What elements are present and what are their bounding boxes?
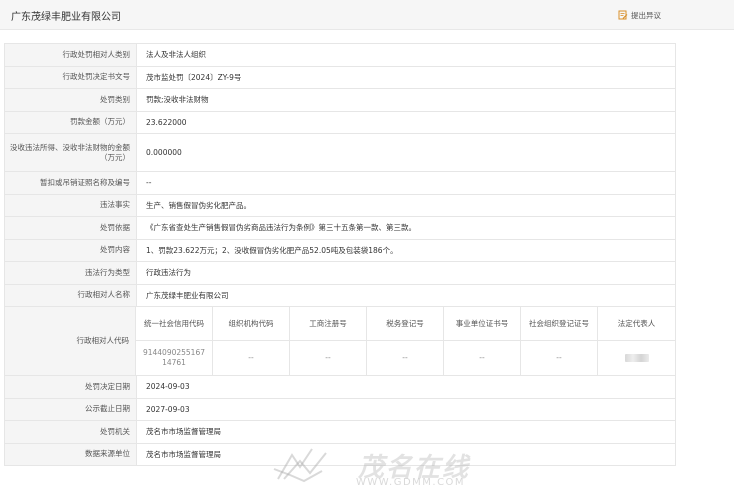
row-label: 处罚类别 <box>5 89 137 111</box>
row-label: 罚款金额（万元） <box>5 111 137 133</box>
row-value: 茂名市市场监督管理局 <box>146 427 221 437</box>
table-row: 违法行为类型 行政违法行为 <box>4 262 676 285</box>
credit-code-value: 914409025516714761 <box>136 341 213 375</box>
legal-rep-value <box>598 341 675 375</box>
redacted-name <box>624 354 649 362</box>
table-row: 处罚类别 罚款;没收非法财物 <box>4 89 676 112</box>
code-value-cell: -- <box>521 341 598 375</box>
row-label: 行政相对人代码 <box>5 307 136 375</box>
row-label: 行政处罚相对人类别 <box>5 44 137 66</box>
objection-label: 提出异议 <box>631 10 661 20</box>
table-row: 暂扣或吊销证照名称及编号 -- <box>4 172 676 195</box>
row-value: 2027-09-03 <box>146 404 190 414</box>
row-value: 广东茂绿丰肥业有限公司 <box>146 290 229 300</box>
code-header-cell: 事业单位证书号 <box>444 307 521 340</box>
table-row: 数据来源单位 茂名市市场监督管理局 <box>4 443 676 466</box>
table-row: 没收违法所得、没收非法财物的金额（万元） 0.000000 <box>4 134 676 172</box>
table-row: 处罚内容 1、罚款23.622万元；2、没收假冒伪劣化肥产品52.05吨及包装袋… <box>4 239 676 262</box>
company-title: 广东茂绿丰肥业有限公司 <box>11 12 121 23</box>
code-header-cell: 税务登记号 <box>367 307 444 340</box>
table-row: 处罚机关 茂名市市场监督管理局 <box>4 421 676 444</box>
code-subtable: 统一社会信用代码 组织机构代码 工商注册号 税务登记号 事业单位证书号 社会组织… <box>136 307 675 375</box>
row-label: 没收违法所得、没收非法财物的金额（万元） <box>5 134 137 171</box>
table-row: 处罚决定日期 2024-09-03 <box>4 376 676 399</box>
row-label: 公示截止日期 <box>5 398 137 420</box>
code-header-cell: 组织机构代码 <box>213 307 290 340</box>
row-label: 处罚依据 <box>5 217 137 239</box>
row-value: 《广东省查处生产销售假冒伪劣商品违法行为条例》第三十五条第一款、第三款。 <box>146 223 416 233</box>
row-value: 2024-09-03 <box>146 382 190 392</box>
row-label: 数据来源单位 <box>5 443 137 465</box>
row-value: 1、罚款23.622万元；2、没收假冒伪劣化肥产品52.05吨及包装袋186个。 <box>146 245 398 255</box>
edit-document-icon <box>618 10 628 20</box>
row-label: 处罚内容 <box>5 239 137 261</box>
code-subtable-header: 统一社会信用代码 组织机构代码 工商注册号 税务登记号 事业单位证书号 社会组织… <box>136 307 675 341</box>
row-label: 违法行为类型 <box>5 262 137 284</box>
row-value: 罚款;没收非法财物 <box>146 95 209 105</box>
code-value-cell: -- <box>290 341 367 375</box>
code-header-cell: 统一社会信用代码 <box>136 307 213 340</box>
row-label: 行政相对人名称 <box>5 284 137 306</box>
code-value-cell: -- <box>444 341 521 375</box>
table-row: 处罚依据 《广东省查处生产销售假冒伪劣商品违法行为条例》第三十五条第一款、第三款… <box>4 217 676 240</box>
code-header-cell: 社会组织登记证号 <box>521 307 598 340</box>
row-value: 茂名市市场监督管理局 <box>146 449 221 459</box>
table-row: 行政相对人名称 广东茂绿丰肥业有限公司 <box>4 284 676 307</box>
row-value: -- <box>146 178 152 188</box>
table-row: 行政处罚决定书文号 茂市监处罚〔2024〕ZY-9号 <box>4 66 676 89</box>
watermark-url: WWW.GDMM.COM <box>356 477 466 488</box>
row-value: 行政违法行为 <box>146 268 191 278</box>
penalty-detail-table: 行政处罚相对人类别 法人及非法人组织 行政处罚决定书文号 茂市监处罚〔2024〕… <box>4 43 676 466</box>
table-row-codes: 行政相对人代码 统一社会信用代码 组织机构代码 工商注册号 税务登记号 事业单位… <box>4 307 676 376</box>
row-value: 法人及非法人组织 <box>146 50 206 60</box>
table-row: 行政处罚相对人类别 法人及非法人组织 <box>4 44 676 67</box>
page-header: 广东茂绿丰肥业有限公司 提出异议 <box>0 0 734 30</box>
table-row: 公示截止日期 2027-09-03 <box>4 398 676 421</box>
objection-button[interactable]: 提出异议 <box>618 8 661 22</box>
code-header-cell: 工商注册号 <box>290 307 367 340</box>
row-value: 0.000000 <box>146 148 182 157</box>
code-header-cell: 法定代表人 <box>617 318 656 328</box>
row-label: 暂扣或吊销证照名称及编号 <box>5 172 137 194</box>
code-subtable-body: 914409025516714761 -- -- -- -- -- <box>136 341 675 375</box>
row-value: 生产、销售假冒伪劣化肥产品。 <box>146 200 251 210</box>
row-label: 行政处罚决定书文号 <box>5 66 137 88</box>
row-value: 茂市监处罚〔2024〕ZY-9号 <box>146 72 242 82</box>
row-label: 处罚决定日期 <box>5 376 137 398</box>
table-row: 罚款金额（万元） 23.622000 <box>4 111 676 134</box>
row-label: 违法事实 <box>5 194 137 216</box>
row-value: 23.622000 <box>146 117 187 127</box>
code-value-cell: -- <box>213 341 290 375</box>
table-row: 违法事实 生产、销售假冒伪劣化肥产品。 <box>4 194 676 217</box>
row-label: 处罚机关 <box>5 421 137 443</box>
code-value-cell: -- <box>367 341 444 375</box>
